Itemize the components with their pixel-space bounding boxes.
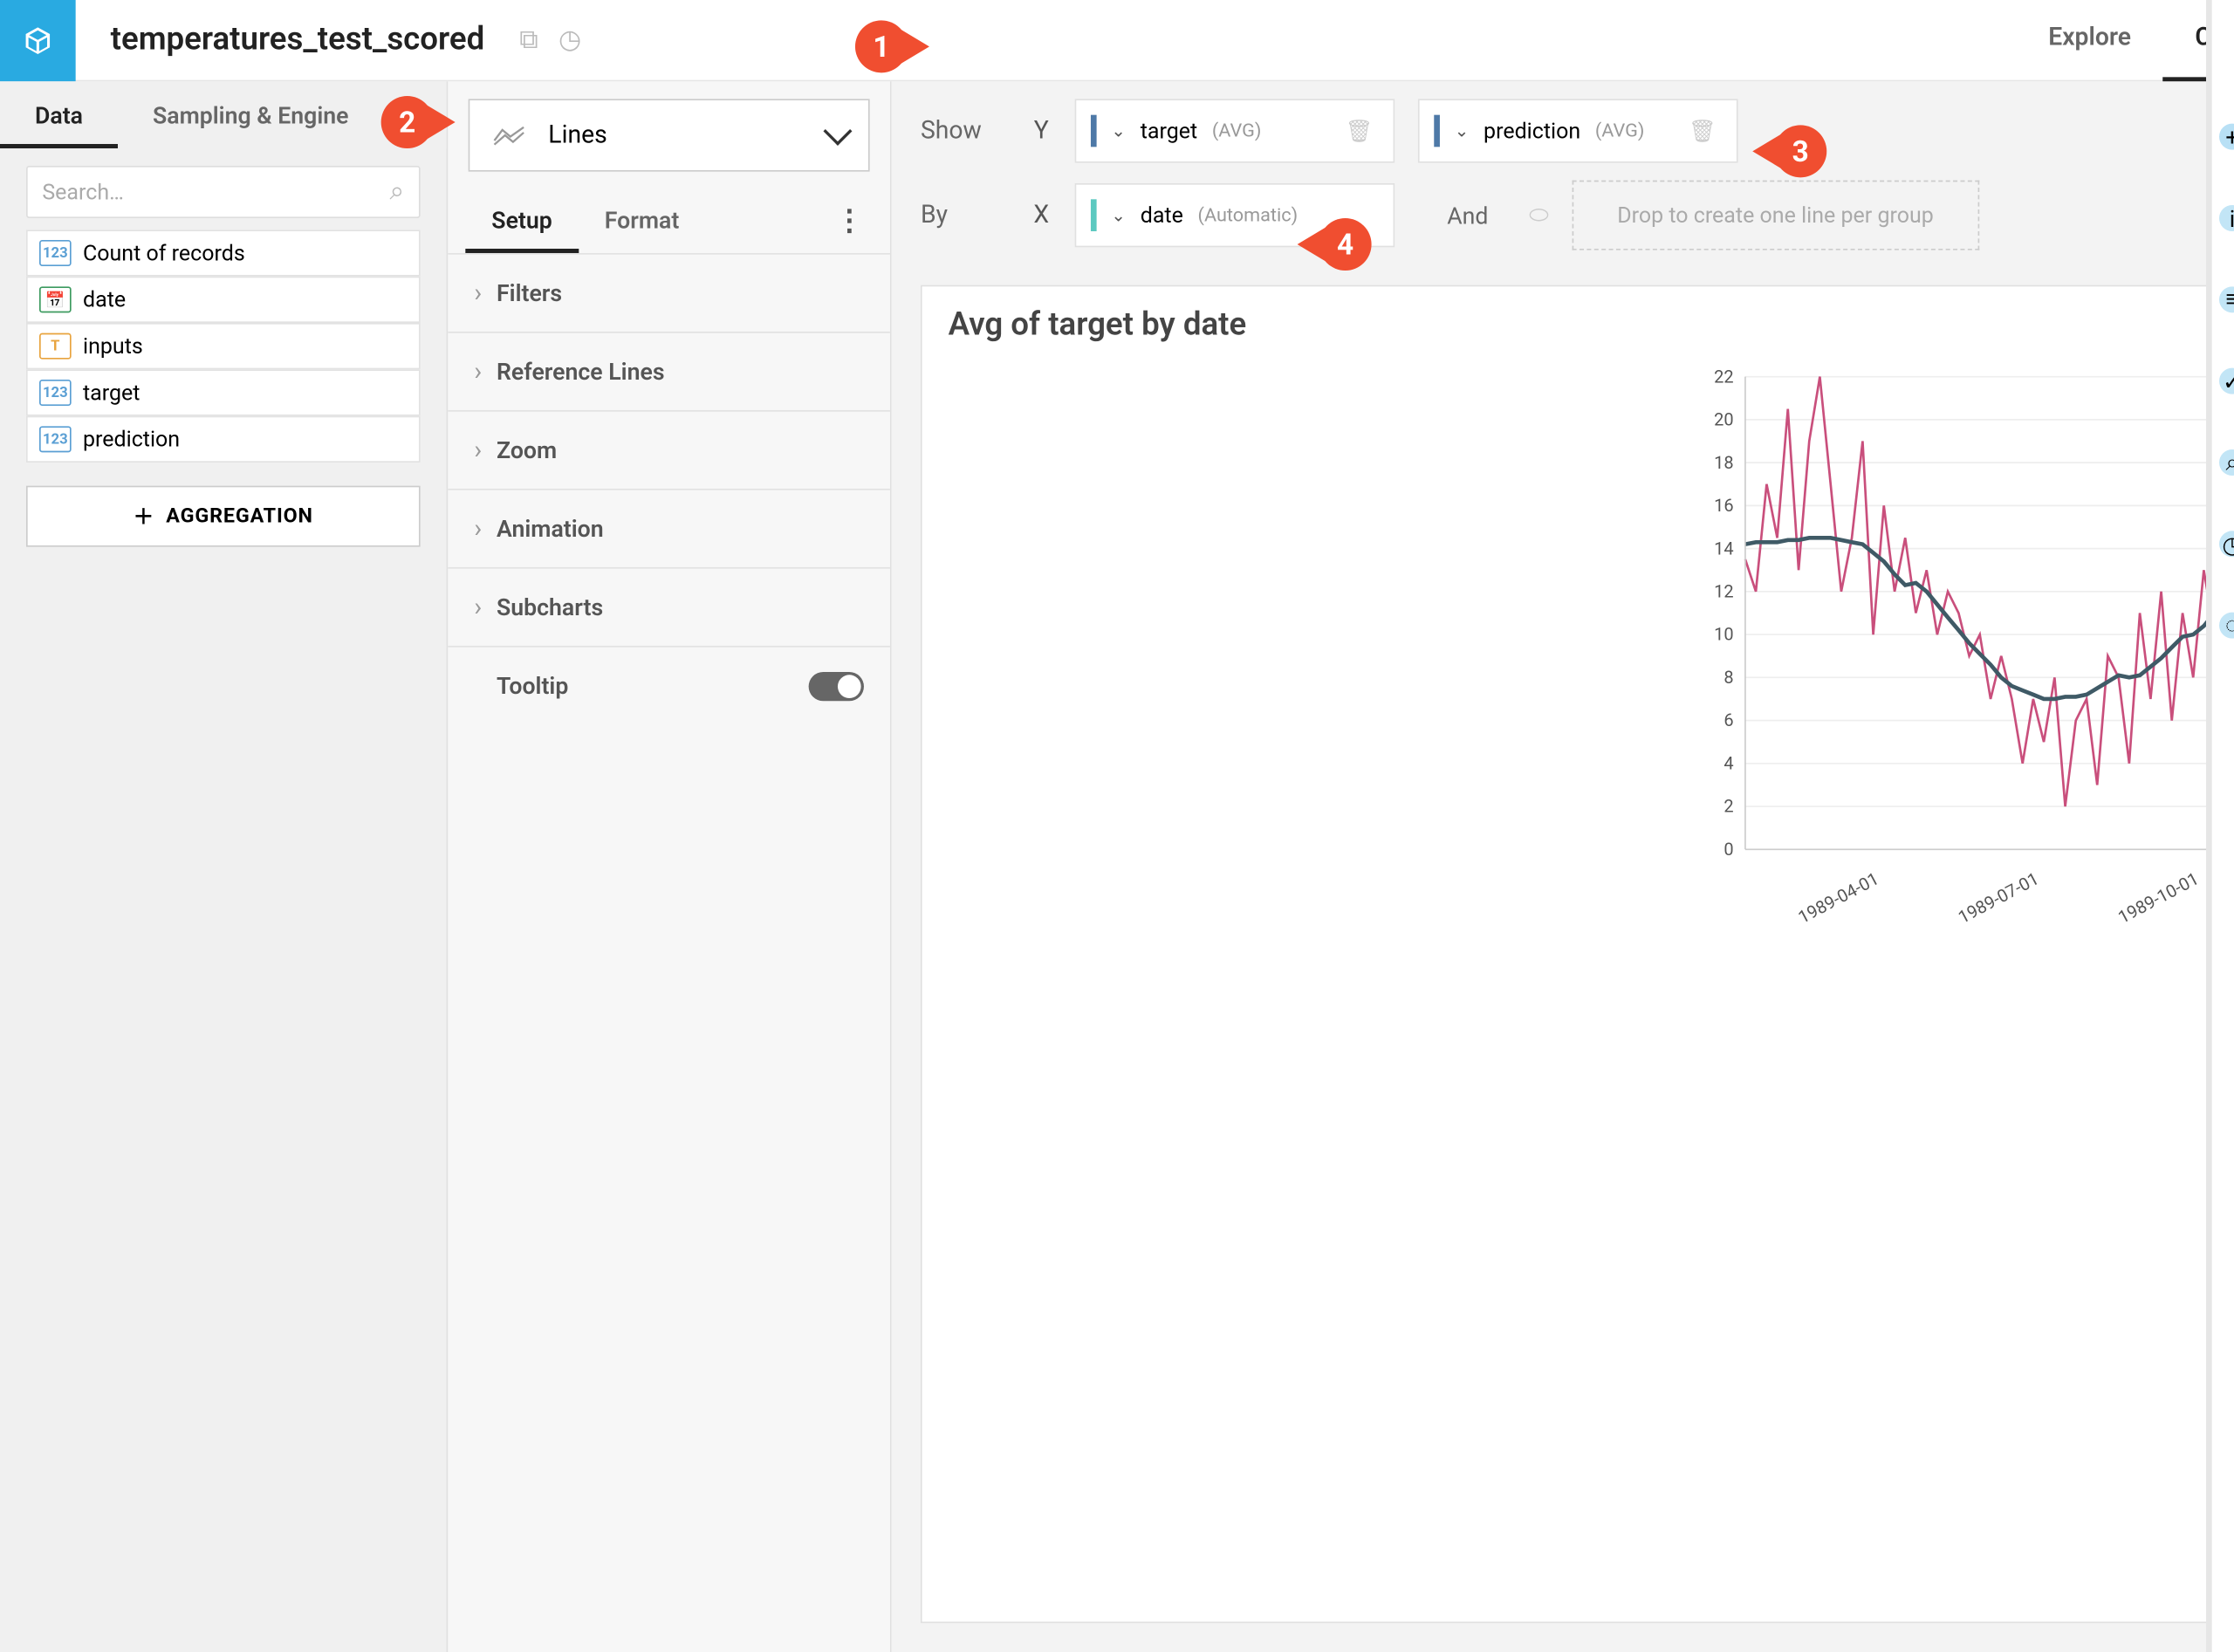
num-type-icon: 123: [39, 240, 72, 266]
rail-add-icon[interactable]: +: [2219, 124, 2234, 150]
nav-explore[interactable]: Explore: [2017, 0, 2163, 80]
callout-3: 3: [1752, 125, 1826, 177]
header: temperatures_test_scored ⧉ ◷ ExploreChar…: [0, 0, 2234, 81]
dataset-meta-icons: ⧉ ◷: [519, 24, 581, 55]
group-dropzone[interactable]: Drop to create one line per group: [1573, 181, 1979, 250]
field-target[interactable]: 123target: [26, 369, 421, 415]
data-tab-sampling[interactable]: Sampling & Engine: [118, 81, 384, 148]
chart-config: Show Y ⌄ target(AVG) 🗑 ⌄ prediction(AVG)…: [892, 81, 2234, 1652]
txt-type-icon: T: [39, 333, 72, 360]
y-pill-target[interactable]: ⌄ target(AVG) 🗑: [1075, 99, 1395, 162]
svg-text:18: 18: [1714, 452, 1733, 473]
data-tab-data[interactable]: Data: [0, 81, 118, 148]
setup-tab-setup[interactable]: Setup: [465, 189, 578, 253]
svg-text:8: 8: [1723, 667, 1733, 688]
svg-text:20: 20: [1714, 409, 1733, 430]
svg-text:16: 16: [1714, 495, 1733, 516]
rail-list-icon[interactable]: ≡: [2219, 286, 2234, 312]
section-animation[interactable]: Animation: [448, 489, 890, 567]
svg-text:1989-07-01: 1989-07-01: [1955, 867, 2042, 928]
tooltip-toggle[interactable]: [809, 671, 864, 700]
callout-2: 2: [381, 96, 456, 148]
trash-icon[interactable]: 🗑: [1689, 118, 1717, 144]
section-zoom[interactable]: Zoom: [448, 410, 890, 489]
rail-clock-icon[interactable]: ◷: [2219, 531, 2234, 557]
field-count-of-records[interactable]: 123Count of records: [26, 230, 421, 276]
y-axis-label: Y: [1031, 116, 1052, 145]
field-inputs[interactable]: Tinputs: [26, 323, 421, 369]
history-icon[interactable]: ◷: [558, 24, 581, 55]
svg-text:14: 14: [1714, 538, 1733, 559]
dataset-name: temperatures_test_scored: [96, 22, 484, 58]
svg-text:10: 10: [1714, 624, 1733, 645]
svg-text:1989-10-01: 1989-10-01: [2114, 867, 2202, 928]
and-label: And: [1447, 202, 1488, 230]
svg-text:0: 0: [1723, 839, 1733, 860]
lines-chart-icon: [493, 124, 525, 147]
svg-text:4: 4: [1723, 752, 1733, 773]
num-type-icon: 123: [39, 380, 72, 406]
chart-title: Avg of target by date: [949, 306, 2234, 343]
field-search-input[interactable]: Search…: [26, 166, 421, 218]
svg-text:2: 2: [1723, 796, 1733, 817]
section-filters[interactable]: Filters: [448, 253, 890, 332]
line-chart: 0 2 4 6 8 10 12 14 16 18 20 22 1989-04-01 1989-07-01 1…: [949, 362, 2234, 929]
setup-more-icon[interactable]: ⋮: [826, 202, 873, 241]
copy-icon[interactable]: ⧉: [519, 24, 538, 55]
trash-icon[interactable]: 🗑: [1346, 118, 1374, 144]
right-sidebar: + i ≡ ✓ ⌕ ◷ ◌: [2206, 0, 2234, 1652]
svg-text:12: 12: [1714, 581, 1733, 602]
rail-chat-icon[interactable]: ◌: [2219, 613, 2234, 639]
date-type-icon: 📅: [39, 286, 72, 312]
section-reference-lines[interactable]: Reference Lines: [448, 332, 890, 410]
rail-info-icon[interactable]: i: [2219, 205, 2234, 231]
svg-text:1989-04-01: 1989-04-01: [1794, 867, 1881, 928]
svg-text:6: 6: [1723, 709, 1733, 730]
droplet-icon: ⬭: [1529, 201, 1549, 230]
callout-1: 1: [855, 20, 929, 72]
data-panel: DataSampling & Engine Search… 123Count o…: [0, 81, 448, 1652]
section-tooltip[interactable]: Tooltip: [448, 646, 890, 724]
setup-tab-format[interactable]: Format: [579, 189, 706, 253]
section-subcharts[interactable]: Subcharts: [448, 567, 890, 646]
rail-scope-icon[interactable]: ⌕: [2219, 449, 2234, 476]
setup-panel: Lines SetupFormat ⋮ FiltersReference Line…: [448, 81, 891, 1652]
field-prediction[interactable]: 123prediction: [26, 416, 421, 463]
chart-card: Avg of target by date 723 records (Day) …: [921, 285, 2234, 1623]
callout-4: 4: [1298, 218, 1372, 271]
num-type-icon: 123: [39, 426, 72, 452]
field-date[interactable]: 📅date: [26, 277, 421, 323]
show-label: Show: [921, 116, 1008, 145]
y-pill-prediction[interactable]: ⌄ prediction(AVG) 🗑: [1418, 99, 1738, 162]
dataset-icon[interactable]: [0, 0, 76, 80]
chart-type-select[interactable]: Lines: [469, 99, 870, 171]
by-label: By: [921, 201, 1008, 230]
aggregation-button[interactable]: ＋AGGREGATION: [26, 486, 421, 547]
x-axis-label: X: [1031, 201, 1052, 230]
rail-check-icon[interactable]: ✓: [2219, 368, 2234, 394]
main-nav: ExploreChartsStatisticsData QualityMetri…: [2017, 0, 2234, 80]
svg-text:22: 22: [1714, 366, 1733, 387]
